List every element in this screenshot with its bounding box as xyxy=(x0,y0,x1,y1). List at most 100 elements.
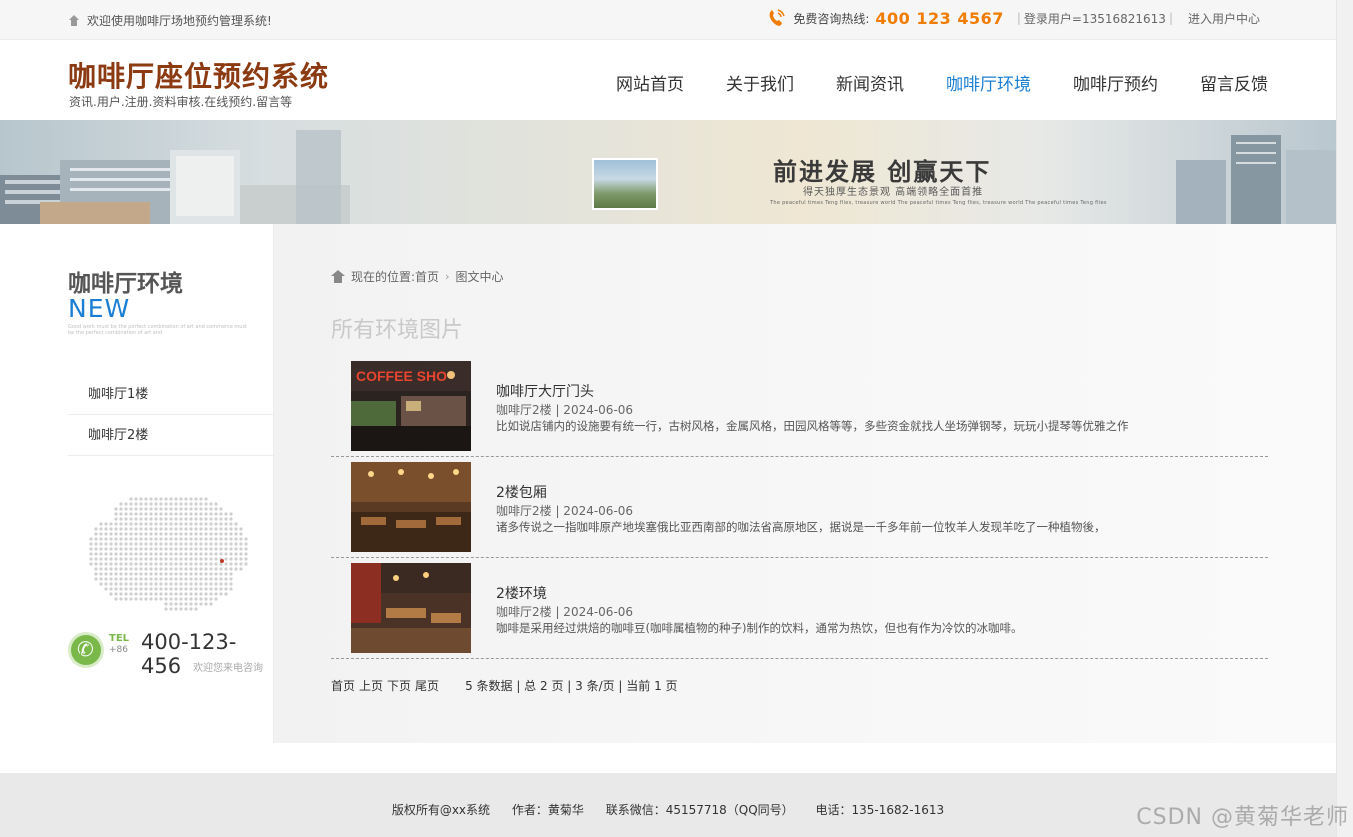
map-dot xyxy=(194,552,198,556)
item-title[interactable]: 2楼环境 xyxy=(496,583,547,603)
map-dot xyxy=(129,547,133,551)
thumbnail-private-room[interactable] xyxy=(351,462,471,552)
pager-next[interactable]: 下页 xyxy=(387,677,411,694)
map-dot xyxy=(224,547,228,551)
map-dot xyxy=(154,552,158,556)
map-dot xyxy=(224,557,228,561)
map-dot xyxy=(214,547,218,551)
map-dot xyxy=(144,577,148,581)
map-dot xyxy=(204,532,208,536)
item-title[interactable]: 咖啡厅大厅门头 xyxy=(496,381,594,401)
map-dot xyxy=(214,522,218,526)
map-dot xyxy=(149,512,153,516)
map-dot xyxy=(179,497,183,501)
sidebar-item-floor-1[interactable]: 咖啡厅1楼 xyxy=(68,374,273,415)
map-dot xyxy=(139,507,143,511)
map-dot xyxy=(94,537,98,541)
map-dot xyxy=(124,547,128,551)
vertical-scrollbar[interactable] xyxy=(1336,0,1353,837)
pager-prev[interactable]: 上页 xyxy=(359,677,383,694)
site-title[interactable]: 咖啡厅座位预约系统 xyxy=(68,55,329,95)
map-dot xyxy=(129,562,133,566)
map-dot xyxy=(94,572,98,576)
map-dot xyxy=(189,582,193,586)
map-dot xyxy=(149,592,153,596)
item-title[interactable]: 2楼包厢 xyxy=(496,482,547,502)
map-dot xyxy=(179,512,183,516)
map-dot xyxy=(109,567,113,571)
map-dot xyxy=(209,577,213,581)
map-dot xyxy=(229,567,233,571)
nav-feedback[interactable]: 留言反馈 xyxy=(1200,70,1268,95)
map-dot xyxy=(144,537,148,541)
map-dot xyxy=(174,547,178,551)
nav-environment[interactable]: 咖啡厅环境 xyxy=(946,70,1031,95)
map-dot xyxy=(229,512,233,516)
thumbnail-coffee-shop-front[interactable]: COFFEE SHO xyxy=(351,361,471,451)
map-dot xyxy=(124,502,128,506)
map-dot xyxy=(179,527,183,531)
map-dot xyxy=(184,577,188,581)
nav-home[interactable]: 网站首页 xyxy=(616,70,684,95)
map-dot xyxy=(129,512,133,516)
map-dot xyxy=(114,512,118,516)
list-item[interactable]: 2楼包厢 咖啡厅2楼 | 2024-06-06 诸多传说之一指咖啡原产地埃塞俄比… xyxy=(331,457,1268,558)
map-dot xyxy=(214,592,218,596)
map-dot xyxy=(219,577,223,581)
map-dot xyxy=(219,527,223,531)
map-dot xyxy=(159,582,163,586)
breadcrumb-current[interactable]: 图文中心 xyxy=(455,268,503,285)
thumbnail-floor-2[interactable] xyxy=(351,563,471,653)
map-dot xyxy=(229,582,233,586)
map-dot xyxy=(199,552,203,556)
map-dot xyxy=(179,557,183,561)
map-dot xyxy=(174,507,178,511)
map-dot xyxy=(209,572,213,576)
map-dot xyxy=(174,502,178,506)
map-dot xyxy=(134,522,138,526)
breadcrumb-home[interactable]: 首页 xyxy=(415,268,439,285)
pager-first[interactable]: 首页 xyxy=(331,677,355,694)
map-dot xyxy=(184,592,188,596)
separator: | xyxy=(1168,11,1173,25)
map-dot xyxy=(234,547,238,551)
user-center-link[interactable]: 进入用户中心 xyxy=(1188,10,1260,27)
map-dot xyxy=(179,537,183,541)
nav-news[interactable]: 新闻资讯 xyxy=(836,70,904,95)
nav-about[interactable]: 关于我们 xyxy=(726,70,794,95)
map-dot xyxy=(154,562,158,566)
map-dot xyxy=(99,582,103,586)
sidebar: 咖啡厅环境 NEW Good work must be the perfect … xyxy=(0,224,274,743)
map-dot xyxy=(119,577,123,581)
sidebar-new-label: NEW xyxy=(68,294,131,323)
map-dot xyxy=(114,522,118,526)
map-dot xyxy=(194,577,198,581)
map-dot xyxy=(164,512,168,516)
map-dot xyxy=(214,502,218,506)
map-dot xyxy=(144,532,148,536)
map-dot xyxy=(209,582,213,586)
list-item[interactable]: 2楼环境 咖啡厅2楼 | 2024-06-06 咖啡是采用经过烘焙的咖啡豆(咖啡… xyxy=(331,558,1268,659)
map-dot xyxy=(179,582,183,586)
map-dot xyxy=(229,577,233,581)
map-dot xyxy=(244,537,248,541)
map-dot xyxy=(164,532,168,536)
map-dot xyxy=(169,507,173,511)
map-dot xyxy=(104,577,108,581)
map-dot xyxy=(169,497,173,501)
nav-reservation[interactable]: 咖啡厅预约 xyxy=(1073,70,1158,95)
map-dot xyxy=(204,582,208,586)
map-dot xyxy=(209,597,213,601)
map-dot xyxy=(89,547,93,551)
map-dot xyxy=(104,582,108,586)
pager-last[interactable]: 尾页 xyxy=(415,677,439,694)
list-item[interactable]: COFFEE SHO 咖啡厅大厅门头 咖啡厅2楼 | 2024-06-06 比如… xyxy=(331,356,1268,457)
sidebar-item-floor-2[interactable]: 咖啡厅2楼 xyxy=(68,415,273,456)
map-dot xyxy=(159,577,163,581)
map-dot xyxy=(124,572,128,576)
map-dot xyxy=(134,547,138,551)
home-icon xyxy=(331,270,345,283)
map-dot xyxy=(184,547,188,551)
pagination: 首页 上页 下页 尾页 5 条数据 | 总 2 页 | 3 条/页 | 当前 1… xyxy=(331,677,678,694)
map-dot xyxy=(99,567,103,571)
